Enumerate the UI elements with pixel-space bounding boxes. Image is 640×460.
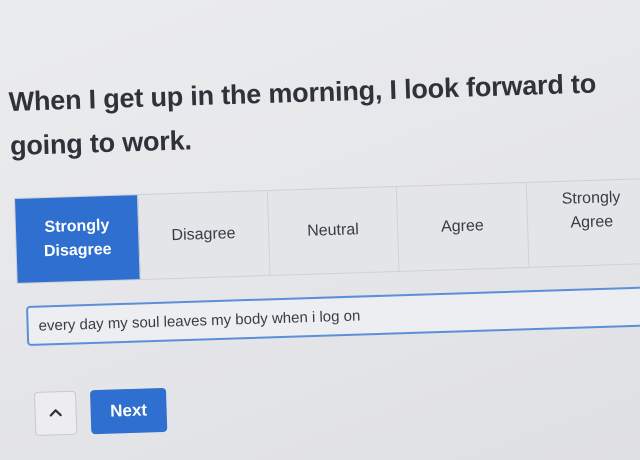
- option-label-line-2: Agree: [570, 213, 614, 232]
- option-disagree[interactable]: Disagree: [138, 191, 271, 280]
- question-text: When I get up in the morning, I look for…: [8, 60, 640, 168]
- option-strongly-agree[interactable]: Strongly Agree: [526, 179, 640, 267]
- option-label-line-1: Strongly: [561, 188, 621, 208]
- option-agree[interactable]: Agree: [396, 182, 529, 271]
- option-label-line-2: Disagree: [43, 240, 112, 261]
- option-label: Disagree: [171, 225, 236, 245]
- back-button[interactable]: [34, 390, 78, 436]
- chevron-up-icon: [48, 404, 63, 422]
- option-strongly-disagree[interactable]: Strongly Disagree: [15, 195, 141, 283]
- comment-input-value: every day my soul leaves my body when i …: [38, 307, 361, 335]
- option-label: Agree: [440, 217, 484, 236]
- navigation-bar: Next: [34, 387, 168, 436]
- option-neutral[interactable]: Neutral: [267, 186, 400, 275]
- option-label: Neutral: [306, 221, 360, 240]
- comment-input[interactable]: every day my soul leaves my body when i …: [26, 285, 640, 346]
- likert-scale: Strongly Disagree Disagree Neutral Agree…: [14, 177, 640, 284]
- next-button[interactable]: Next: [89, 387, 168, 435]
- option-label-line-1: Strongly: [44, 217, 110, 237]
